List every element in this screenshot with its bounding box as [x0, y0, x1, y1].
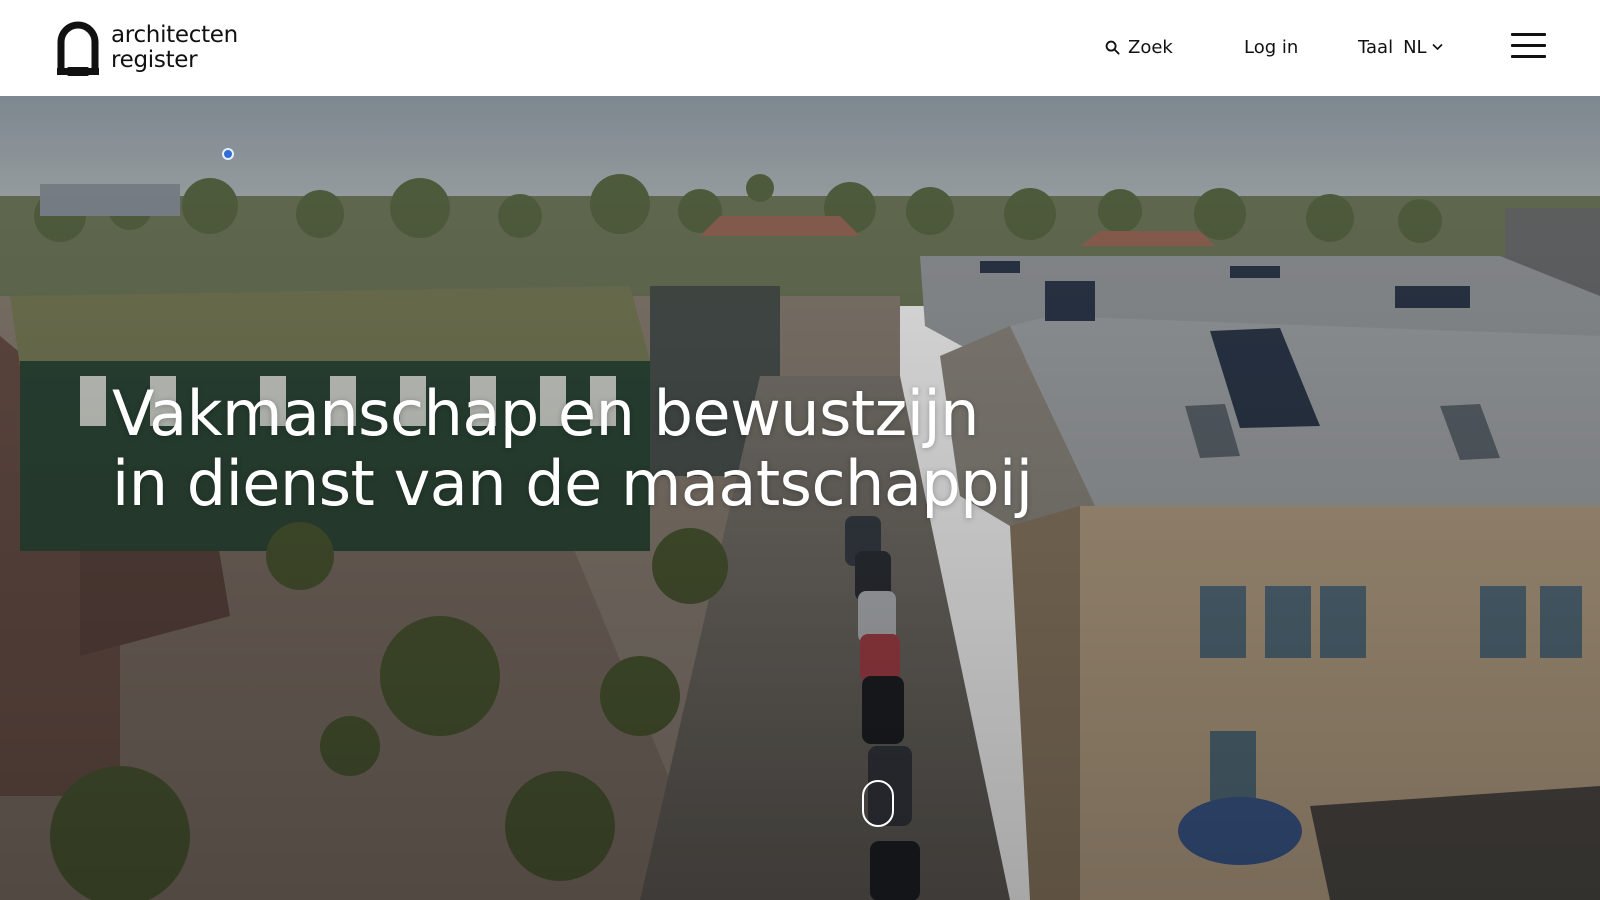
logo-line-2: register: [111, 47, 198, 73]
site-header: architecten register Zoek Log in Taal NL: [0, 0, 1600, 96]
logo-line-1: architecten: [111, 22, 238, 48]
scroll-mouse-icon[interactable]: [862, 780, 894, 827]
hero-title-line-1: Vakmanschap en bewustzijn: [112, 377, 979, 450]
chevron-down-icon: [1432, 43, 1443, 51]
login-link[interactable]: Log in: [1244, 33, 1298, 61]
menu-bar-bottom: [1511, 55, 1546, 58]
logo-wordmark: architecten register: [111, 23, 238, 73]
search-button[interactable]: Zoek: [1105, 33, 1173, 61]
hero-title: Vakmanschap en bewustzijn in dienst van …: [112, 379, 1112, 519]
cursor-indicator: [222, 148, 234, 160]
language-value: NL: [1403, 36, 1427, 58]
search-icon: [1105, 40, 1120, 55]
site-logo[interactable]: architecten register: [57, 19, 238, 77]
language-selector[interactable]: Taal NL: [1358, 33, 1443, 61]
language-label: Taal: [1358, 36, 1394, 58]
hero-section: Vakmanschap en bewustzijn in dienst van …: [0, 96, 1600, 900]
search-label: Zoek: [1128, 36, 1173, 58]
menu-bar-top: [1511, 33, 1546, 36]
arch-logo-icon: [57, 21, 99, 76]
menu-bar-middle: [1511, 44, 1546, 47]
hero-title-line-2: in dienst van de maatschappij: [112, 447, 1033, 520]
hamburger-menu-icon[interactable]: [1511, 31, 1546, 61]
login-label: Log in: [1244, 36, 1299, 58]
